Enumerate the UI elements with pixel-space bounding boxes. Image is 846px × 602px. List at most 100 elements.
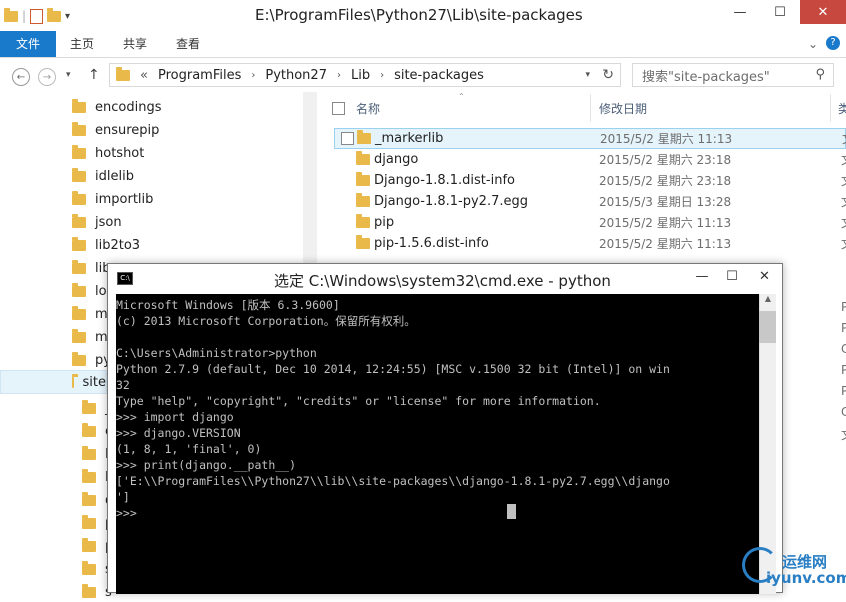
cmd-scroll-thumb[interactable] — [759, 311, 776, 343]
close-button[interactable]: ✕ — [747, 264, 782, 288]
folder-icon — [356, 151, 370, 165]
folder-icon — [72, 236, 86, 251]
expand-ribbon-icon[interactable]: ⌄ — [808, 31, 818, 57]
chevron-right-icon[interactable]: › — [337, 70, 341, 81]
nav-item[interactable]: encodings — [72, 97, 161, 117]
folder-icon — [72, 98, 86, 113]
scroll-up-icon[interactable]: ▲ — [760, 294, 776, 303]
folder-icon — [82, 491, 96, 506]
file-row[interactable]: pip 2015/5/2 星期六 11:13 文 — [354, 212, 846, 233]
minimize-button[interactable]: — — [687, 264, 717, 288]
chevron-right-icon[interactable]: › — [380, 70, 384, 81]
file-type: 文 — [842, 130, 846, 147]
new-folder-icon[interactable] — [47, 7, 62, 22]
file-row[interactable]: Django-1.8.1.dist-info 2015/5/2 星期六 23:1… — [354, 170, 846, 191]
nav-item[interactable]: lib2to3 — [72, 235, 140, 255]
breadcrumb-python27[interactable]: Python27 — [265, 68, 327, 83]
console-line: >>> print(django.__path__) — [116, 458, 297, 472]
breadcrumb-lib[interactable]: Lib — [351, 68, 370, 83]
cmd-icon[interactable]: C:\ — [117, 272, 133, 285]
maximize-button[interactable]: ☐ — [717, 264, 747, 288]
breadcrumb-overflow[interactable]: « — [140, 68, 148, 83]
refresh-button[interactable]: ↻ — [602, 67, 614, 83]
folder-icon — [72, 282, 86, 297]
cmd-title-bar[interactable]: C:\ 选定 C:\Windows\system32\cmd.exe - pyt… — [108, 264, 782, 294]
folder-icon — [82, 422, 96, 437]
column-header-name[interactable]: 名称 — [356, 100, 380, 117]
maximize-button[interactable]: ☐ — [760, 0, 800, 24]
file-type: C — [841, 405, 846, 419]
console-output[interactable]: Microsoft Windows [版本 6.3.9600] (c) 2013… — [116, 294, 759, 594]
nav-item[interactable]: py — [72, 350, 111, 370]
file-name: pip-1.5.6.dist-info — [374, 236, 489, 251]
folder-icon — [82, 399, 96, 414]
folder-icon — [72, 121, 86, 136]
file-row[interactable]: pip-1.5.6.dist-info 2015/5/2 星期六 11:13 文 — [354, 233, 846, 254]
column-divider[interactable] — [830, 94, 831, 122]
nav-item[interactable]: lib — [72, 258, 110, 278]
properties-icon[interactable] — [30, 8, 44, 24]
nav-item[interactable]: hotshot — [72, 143, 144, 163]
file-date: 2015/5/2 星期六 23:18 — [599, 174, 732, 188]
file-row-selected[interactable]: _markerlib 2015/5/2 星期六 11:13 文 — [334, 128, 846, 149]
file-type: 文 — [841, 214, 846, 231]
folder-icon — [72, 373, 77, 388]
address-dropdown-icon[interactable]: ▾ — [585, 70, 590, 80]
cmd-window-title: 选定 C:\Windows\system32\cmd.exe - python — [274, 272, 611, 290]
folder-icon — [82, 445, 96, 460]
breadcrumb-site-packages[interactable]: site-packages — [394, 68, 484, 83]
file-type: P — [841, 363, 846, 377]
column-header-date[interactable]: 修改日期 — [599, 100, 647, 117]
console-line: 32 — [116, 378, 130, 392]
nav-item[interactable]: idlelib — [72, 166, 134, 186]
folder-icon — [357, 130, 371, 144]
folder-icon — [72, 190, 86, 205]
cmd-window: C:\ 选定 C:\Windows\system32\cmd.exe - pyt… — [107, 263, 783, 594]
console-line: >>> — [116, 506, 137, 520]
folder-icon — [116, 66, 130, 81]
select-all-checkbox[interactable] — [332, 102, 345, 115]
nav-scrollbar[interactable] — [303, 92, 317, 272]
folder-icon — [72, 351, 86, 366]
nav-item[interactable]: ensurepip — [72, 120, 159, 140]
folder-icon — [82, 468, 96, 483]
tab-view[interactable]: 查看 — [176, 31, 200, 57]
console-line: '] — [116, 490, 130, 504]
folder-icon — [356, 214, 370, 228]
breadcrumb-programfiles[interactable]: ProgramFiles — [158, 68, 241, 83]
file-name: pip — [374, 215, 395, 230]
close-button[interactable]: ✕ — [800, 0, 846, 24]
search-input[interactable]: 搜索"site-packages" ⚲ — [632, 63, 834, 87]
console-line: ['E:\\ProgramFiles\\Python27\\lib\\site-… — [116, 474, 670, 488]
file-type: P — [841, 321, 846, 335]
chevron-right-icon[interactable]: › — [251, 70, 255, 81]
search-icon[interactable]: ⚲ — [815, 67, 825, 82]
nav-item[interactable]: json — [72, 212, 122, 232]
nav-item[interactable]: importlib — [72, 189, 153, 209]
back-button[interactable]: ← — [12, 68, 30, 86]
folder-icon — [4, 7, 18, 22]
address-bar[interactable]: « ProgramFiles › Python27 › Lib › site-p… — [109, 63, 621, 87]
file-name: _markerlib — [375, 131, 444, 146]
tab-file[interactable]: 文件 — [0, 31, 56, 57]
column-header-type[interactable]: 类 — [838, 100, 846, 117]
tab-home[interactable]: 主页 — [70, 31, 94, 57]
recent-locations-icon[interactable]: ▾ — [66, 70, 71, 80]
file-row[interactable]: Django-1.8.1-py2.7.egg 2015/5/3 星期日 13:2… — [354, 191, 846, 212]
file-date: 2015/5/2 星期六 11:13 — [599, 216, 732, 230]
folder-icon — [356, 235, 370, 249]
forward-button[interactable]: → — [38, 68, 56, 86]
row-checkbox[interactable] — [341, 132, 354, 145]
up-button[interactable]: ↑ — [88, 67, 100, 83]
file-type: 文 — [841, 235, 846, 252]
nav-item-selected[interactable]: site — [0, 370, 107, 394]
minimize-button[interactable]: — — [720, 0, 760, 24]
help-icon[interactable]: ? — [826, 36, 840, 50]
file-row[interactable]: django 2015/5/2 星期六 23:18 文 — [354, 149, 846, 170]
tab-share[interactable]: 共享 — [123, 31, 147, 57]
column-divider[interactable] — [590, 94, 591, 122]
customize-toolbar-icon[interactable]: ▾ — [65, 11, 70, 22]
console-line: C:\Users\Administrator>python — [116, 346, 317, 360]
console-line: Type "help", "copyright", "credits" or "… — [116, 394, 601, 408]
